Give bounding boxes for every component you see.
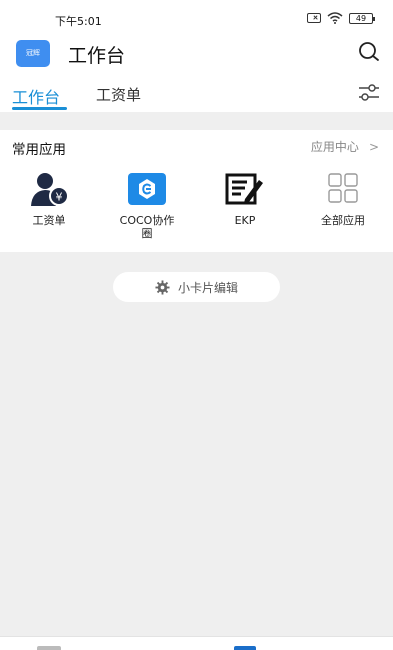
nav-contacts-icon[interactable]: [140, 646, 160, 650]
payroll-icon: ¥: [31, 173, 69, 206]
nav-home-icon[interactable]: [37, 646, 61, 650]
status-time: 下午5:01: [55, 15, 102, 28]
app-all-label: 全部应用: [321, 214, 365, 227]
svg-text:¥: ¥: [56, 191, 63, 204]
app-coco-label: COCO协作圈: [119, 214, 175, 240]
wifi-icon: [327, 12, 343, 24]
no-sim-icon: [307, 13, 321, 23]
card-edit-button[interactable]: 小卡片编辑: [113, 272, 280, 302]
settings-sliders-icon[interactable]: [358, 83, 380, 103]
common-apps-title: 常用应用: [12, 142, 66, 158]
app-center-link[interactable]: 应用中心 >: [311, 138, 379, 155]
app-payroll-label: 工资单: [32, 214, 66, 227]
coco-icon: [128, 173, 166, 205]
app-all[interactable]: 全部应用: [303, 172, 383, 227]
card-edit-label: 小卡片编辑: [177, 280, 238, 295]
app-logo: 冠辉: [16, 40, 50, 67]
gear-icon: [155, 279, 170, 295]
search-icon[interactable]: [357, 40, 381, 64]
active-tab-indicator: [12, 107, 67, 110]
tab-workbench[interactable]: 工作台: [12, 84, 60, 108]
common-apps-card: 常用应用 应用中心 > ¥ 工资单 COCO协作圈 EKP 全部应用: [0, 130, 393, 252]
bottom-nav: [0, 636, 393, 650]
status-bar: 下午5:01 49: [0, 0, 393, 40]
chevron-right-icon: >: [368, 139, 379, 154]
nav-workbench-icon[interactable]: [234, 646, 256, 650]
battery-indicator: 49: [349, 12, 375, 24]
app-ekp-label: EKP: [234, 214, 256, 227]
app-ekp[interactable]: EKP: [205, 172, 285, 227]
ekp-icon: [225, 173, 263, 205]
app-payroll[interactable]: ¥ 工资单: [9, 172, 89, 227]
all-apps-icon: [328, 173, 358, 203]
page-title: 工作台: [68, 45, 126, 67]
app-coco[interactable]: COCO协作圈: [107, 172, 187, 240]
tab-payroll[interactable]: 工资单: [96, 84, 141, 105]
status-icons: 49: [307, 12, 375, 24]
nav-profile-icon[interactable]: [337, 646, 351, 650]
header: 冠辉 工作台 工作台 工资单: [0, 40, 393, 112]
app-center-label: 应用中心: [310, 140, 359, 154]
